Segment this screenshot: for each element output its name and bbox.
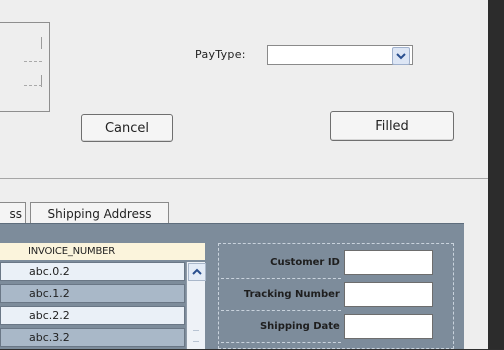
tracking-number-label: Tracking Number [243, 289, 340, 300]
list-item[interactable]: abc.0.2 [0, 262, 185, 281]
tab-shipping-address[interactable]: Shipping Address [30, 202, 169, 224]
list-item[interactable]: abc.2.2 [0, 306, 185, 325]
invoice-list-scrollbar[interactable] [186, 262, 206, 349]
invoice-number-column-header[interactable]: INVOICE_NUMBER [0, 243, 205, 260]
window-edge [488, 0, 504, 349]
group-box-line [24, 61, 42, 62]
cancel-button[interactable]: Cancel [81, 114, 173, 142]
field-separator [221, 310, 341, 311]
section-divider [0, 178, 488, 179]
invoice-list: abc.0.2 abc.1.2 abc.2.2 abc.3.2 [0, 262, 185, 350]
top-left-group-box [0, 22, 50, 112]
filled-button[interactable]: Filled [330, 111, 454, 141]
list-item[interactable]: abc.1.2 [0, 284, 185, 303]
paytype-dropdown[interactable] [267, 45, 413, 65]
field-separator [221, 342, 341, 343]
group-box-tick [41, 37, 42, 49]
customer-id-field[interactable] [343, 250, 433, 275]
tab-billing-address[interactable]: ss [0, 202, 26, 224]
chevron-down-icon[interactable] [392, 47, 410, 65]
shipping-date-field[interactable] [343, 314, 433, 339]
paytype-label: PayType: [195, 48, 246, 61]
group-box-line [24, 85, 42, 86]
chevron-up-icon[interactable] [188, 263, 206, 281]
scrollbar-grip[interactable] [193, 330, 199, 342]
list-item[interactable]: abc.3.2 [0, 328, 185, 347]
tracking-number-row: Tracking Number [221, 282, 433, 307]
tracking-number-field[interactable] [343, 282, 433, 307]
shipping-date-label: Shipping Date [259, 321, 340, 332]
shipping-date-row: Shipping Date [221, 314, 433, 339]
customer-id-row: Customer ID [221, 250, 433, 275]
customer-id-label: Customer ID [270, 257, 340, 268]
field-separator [221, 278, 341, 279]
